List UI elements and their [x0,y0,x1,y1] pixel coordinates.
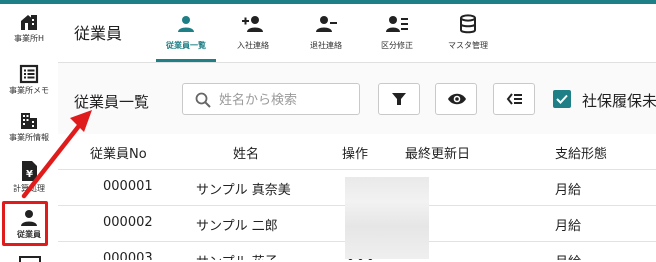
database-icon [460,14,476,34]
tab-label: 従業員一覧 [166,41,206,50]
filter-button[interactable] [378,83,420,115]
sidebar-item-office-info[interactable]: 事業所情報 [0,111,58,143]
employee-no: 000001 [103,179,153,194]
sidebar-item-office-home[interactable]: 事業所H [0,12,58,44]
tab-leave-notice[interactable]: 退社連絡 [292,10,360,51]
column-select-icon [506,93,522,105]
tab-master-management[interactable]: マスタ管理 [434,10,502,51]
pay-type: 月給 [555,183,582,198]
person-list-icon [386,16,408,32]
column-header-action: 操作 [342,147,369,162]
tab-label: 退社連絡 [310,41,342,50]
column-header-no[interactable]: 従業員No [90,143,147,162]
section-title: 従業員 [74,24,123,43]
highlight-annotation-box [2,201,48,246]
tab-employee-list[interactable]: 従業員一覧 [152,10,220,51]
sidebar-item-label: 事業所情報 [9,133,49,142]
column-header-name[interactable]: 姓名 [233,143,259,162]
pay-type: 月給 [555,219,582,234]
sidebar-item-label: 計算処理 [13,184,45,193]
social-insurance-checkbox[interactable] [553,90,571,108]
employee-name: サンプル 二郎 [196,219,278,234]
sidebar-item-label: 事業所メモ [9,86,49,95]
person-add-icon [242,16,263,32]
employee-name: サンプル 真奈美 [196,183,291,198]
home-building-icon [21,15,37,30]
list-icon [19,64,39,84]
social-insurance-checkbox-label: 社保履保未 [582,92,656,110]
search-box [182,83,360,115]
employee-no: 000002 [103,215,153,230]
svg-text:¥: ¥ [26,169,33,180]
office-building-icon [21,113,37,129]
blurred-updated-dates [345,177,429,259]
search-icon [195,92,211,108]
sidebar-item-label: 事業所H [13,34,44,43]
filter-icon [392,93,406,105]
tab-label: マスタ管理 [448,41,488,50]
yen-document-icon: ¥ [22,161,37,181]
person-remove-icon [316,16,337,32]
top-navigation: 従業員 従業員一覧 入社連絡 退社連絡 区分修正 マスタ管理 [58,4,656,63]
eye-icon [448,93,466,105]
tab-hire-notice[interactable]: 入社連絡 [219,10,287,51]
sidebar-item-calculation[interactable]: ¥ 計算処理 [0,160,58,194]
checkmark-icon [556,94,568,104]
column-settings-button[interactable] [493,83,535,115]
active-tab-indicator [156,59,216,62]
view-button[interactable] [435,83,477,115]
person-icon [178,16,194,32]
column-header-pay-type[interactable]: 支給形態 [555,143,607,162]
sidebar-next-icon [19,256,41,262]
column-header-updated[interactable]: 最終更新日 [405,143,470,162]
tab-label: 入社連絡 [237,41,269,50]
tab-label: 区分修正 [381,41,413,50]
sidebar-item-office-memo[interactable]: 事業所メモ [0,64,58,96]
page-title: 従業員一覧 [74,93,150,111]
search-input[interactable] [217,89,355,111]
tab-category-edit[interactable]: 区分修正 [363,10,431,51]
